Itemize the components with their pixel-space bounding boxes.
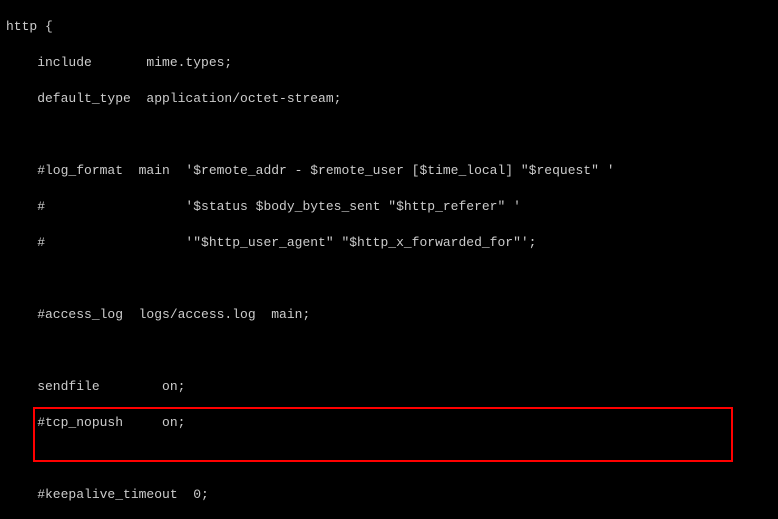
code-editor: http { include mime.types; default_type … [0,0,778,519]
code-line: http { [6,18,778,36]
code-line: #tcp_nopush on; [6,414,778,432]
code-line: # '"$http_user_agent" "$http_x_forwarded… [6,234,778,252]
code-line: include mime.types; [6,54,778,72]
code-line: # '$status $body_bytes_sent "$http_refer… [6,198,778,216]
code-line [6,342,778,360]
code-line: default_type application/octet-stream; [6,90,778,108]
code-line [6,126,778,144]
code-line [6,450,778,468]
code-line: #log_format main '$remote_addr - $remote… [6,162,778,180]
code-line: #keepalive_timeout 0; [6,486,778,504]
code-line: sendfile on; [6,378,778,396]
code-line [6,270,778,288]
code-line: #access_log logs/access.log main; [6,306,778,324]
